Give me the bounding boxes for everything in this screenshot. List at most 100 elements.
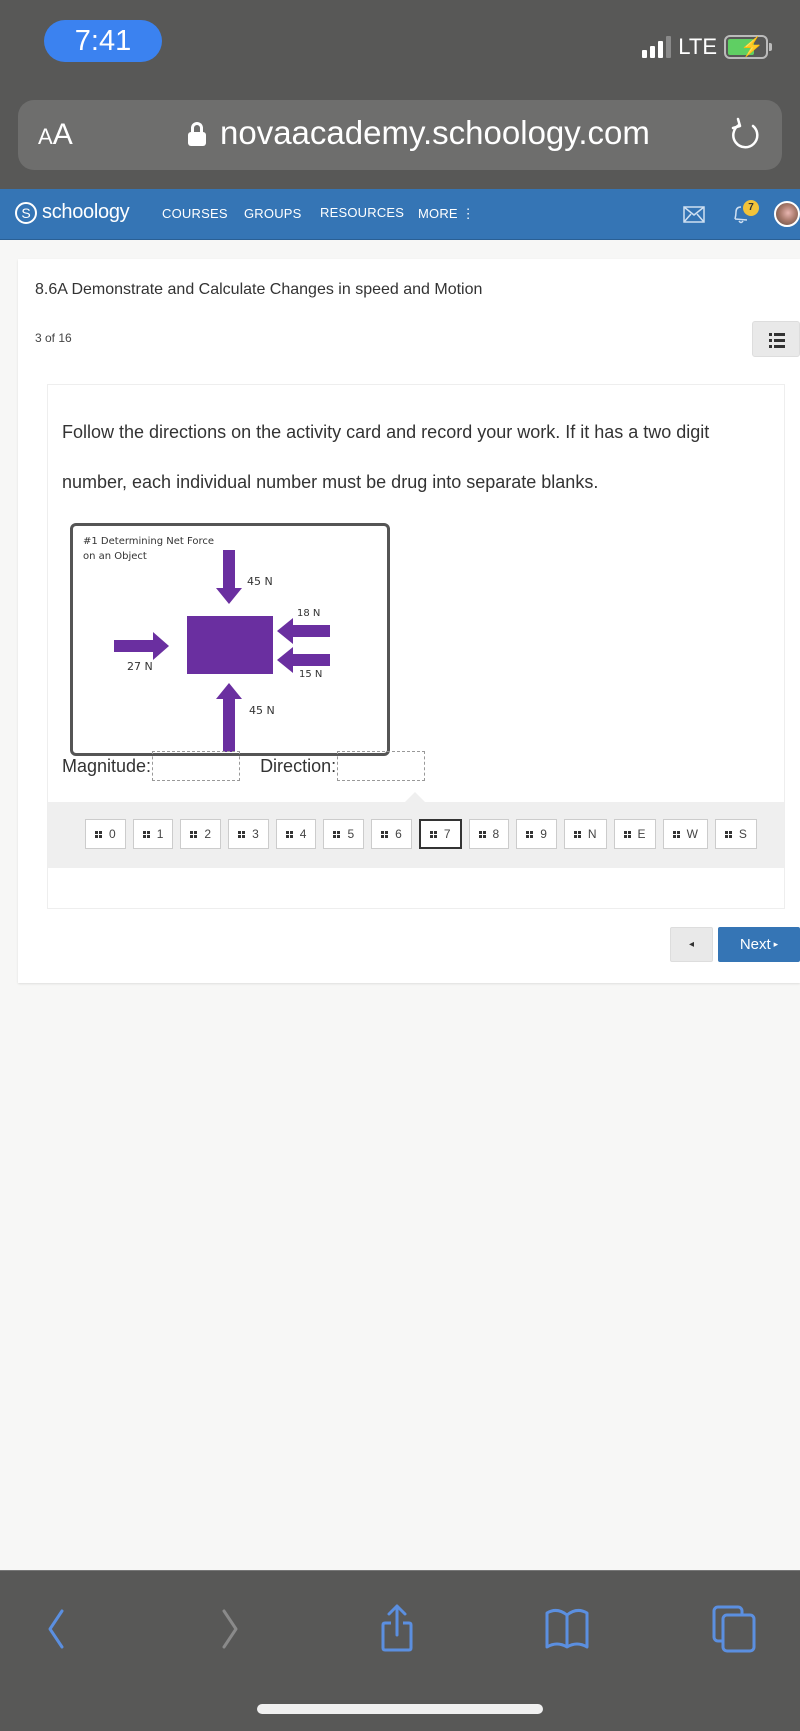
word-bank-chip[interactable]: W [662,819,708,849]
question-list-button[interactable] [752,321,800,357]
arrow-down-head [216,588,242,604]
nav-courses[interactable]: COURSES [162,206,228,221]
back-icon[interactable] [32,1603,82,1653]
magnitude-drop-zone[interactable] [152,751,241,781]
word-bank-chip[interactable]: 4 [275,819,317,849]
chip-label: 1 [156,827,164,841]
force-label-18: 18 N [297,608,321,619]
chip-label: 9 [540,827,547,841]
word-bank: 0 1 2 3 4 5 6 7 8 9 N E W S [48,792,784,868]
lock-icon [188,122,206,146]
chip-label: 4 [299,827,307,841]
chip-label: 7 [443,827,451,841]
nav-more[interactable]: MORE ⋮ [418,206,475,222]
user-avatar[interactable] [774,201,800,227]
chip-label: 5 [347,827,355,841]
forward-icon[interactable] [204,1603,254,1653]
home-indicator[interactable] [257,1704,543,1714]
arrow-left-2 [292,654,330,666]
word-bank-chip[interactable]: S [714,819,757,849]
magnitude-label: Magnitude: [62,755,152,776]
force-label-15: 15 N [299,669,323,680]
schoology-s-icon: S [15,201,37,224]
more-dots-icon: ⋮ [461,206,475,221]
drag-handle-icon [573,830,581,838]
browser-chrome: 7:41 LTE ⚡ AA novaacademy.schoology.com [0,0,800,189]
mail-icon[interactable] [683,206,705,223]
drag-handle-icon [285,830,293,838]
direction-label: Direction: [260,755,337,776]
direction-drop-zone[interactable] [337,751,426,781]
url-text[interactable]: novaacademy.schoology.com [220,114,650,152]
chip-label: 0 [109,827,116,841]
top-nav: S schoology COURSES GROUPS RESOURCES MOR… [0,189,800,240]
page-title: 8.6A Demonstrate and Calculate Changes i… [35,281,483,298]
force-label-top: 45 N [247,575,273,588]
battery-charging-icon: ⚡ [724,35,772,59]
word-bank-chip[interactable]: 1 [132,819,174,849]
drag-handle-icon [238,830,246,838]
word-bank-chip[interactable]: 7 [418,819,462,849]
status-time[interactable]: 7:41 [44,20,162,62]
chip-label: S [738,827,747,841]
chip-label: 3 [252,827,259,841]
word-bank-chip[interactable]: 3 [228,819,269,849]
activity-card-title: #1 Determining Net Force on an Object [83,536,215,562]
nav-groups[interactable]: GROUPS [244,206,302,221]
chip-label: 6 [395,827,402,841]
arrow-left-2-head [277,647,293,673]
word-bank-chip[interactable]: 2 [180,819,222,849]
previous-button[interactable]: ◂ [670,927,713,962]
drag-handle-icon [333,830,341,838]
bookmarks-icon[interactable] [542,1603,592,1653]
drag-handle-icon [623,830,631,838]
answer-row: Magnitude: Direction: [62,751,426,781]
share-icon[interactable] [372,1603,422,1653]
safari-toolbar [0,1570,800,1731]
next-icon: ▸ [773,939,779,949]
address-bar[interactable]: AA novaacademy.schoology.com [18,100,782,170]
arrow-left-1-head [277,618,293,644]
schoology-logo[interactable]: S schoology [15,201,130,224]
word-bank-options: 0 1 2 3 4 5 6 7 8 9 N E W S [85,819,757,849]
nav-resources[interactable]: RESOURCES [320,205,404,220]
drag-handle-icon [142,830,150,838]
next-label: Next [739,936,771,953]
tabs-icon[interactable] [710,1603,760,1653]
status-indicators: LTE ⚡ [642,34,772,60]
notification-badge[interactable]: 7 [743,200,759,216]
drag-handle-icon [190,830,198,838]
word-bank-chip[interactable]: 5 [323,819,365,849]
list-icon [769,333,785,336]
word-bank-chip[interactable]: 0 [85,819,126,849]
chip-label: W [686,827,698,841]
next-button[interactable]: Next ▸ [718,927,800,962]
chip-label: N [587,827,597,841]
reload-icon[interactable] [726,116,764,154]
previous-icon: ◂ [688,939,695,950]
drag-handle-icon [724,830,732,838]
arrow-right-head [153,632,169,660]
word-bank-chip[interactable]: 6 [371,819,412,849]
word-bank-chip[interactable]: E [613,819,656,849]
question-position: 3 of 16 [35,331,72,345]
text-size-button[interactable]: AA [38,118,73,152]
network-type: LTE [678,34,717,59]
drag-handle-icon [429,830,437,838]
arrow-up [223,698,235,752]
nav-more-label: MORE [418,206,458,221]
word-bank-chip[interactable]: N [563,819,607,849]
drag-handle-icon [95,830,102,838]
signal-icon [642,36,672,58]
drag-handle-icon [672,830,680,838]
drag-handle-icon [381,830,389,838]
force-label-27: 27 N [127,660,153,673]
arrow-down [223,550,235,590]
assessment-card: 8.6A Demonstrate and Calculate Changes i… [18,259,800,983]
drag-handle-icon [526,830,534,838]
arrow-left-1 [292,625,330,637]
word-bank-chip[interactable]: 8 [468,819,510,849]
drag-handle-icon [478,830,486,838]
chip-label: 8 [492,827,500,841]
word-bank-chip[interactable]: 9 [516,819,557,849]
